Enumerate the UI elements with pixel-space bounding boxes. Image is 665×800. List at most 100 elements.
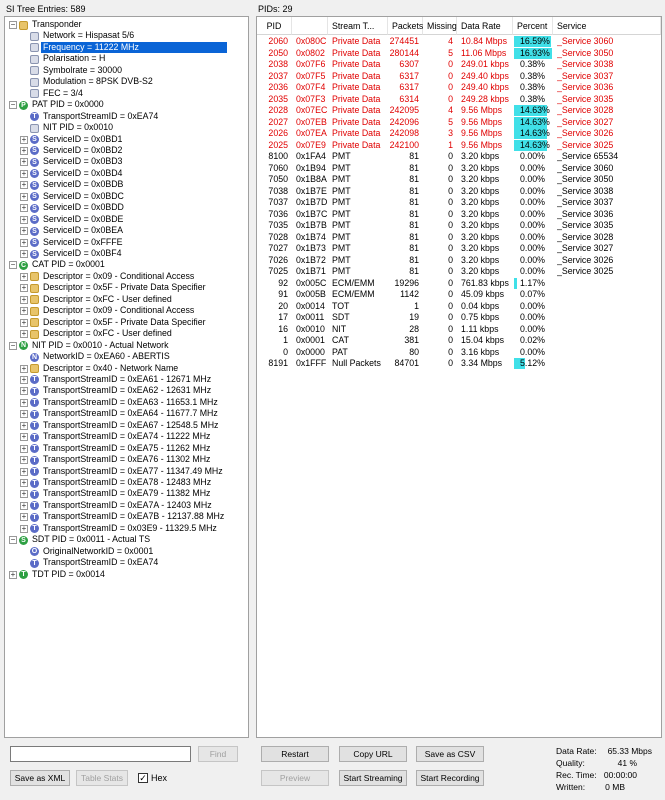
pid-table[interactable]: PID Stream T... Packets Missing Data Rate Per… [256,16,662,738]
save-as-xml-button[interactable]: Save as XML [10,770,70,786]
expand-toggle[interactable]: + [9,570,17,579]
tree-node[interactable]: Descriptor = 0x5F - Private Data Specifi… [41,317,210,329]
tree-node[interactable]: SDT PID = 0x0011 - Actual TS [30,534,154,546]
column-header[interactable]: Stream T... [328,17,388,35]
column-header[interactable]: Percent [513,17,553,35]
find-button[interactable]: Find [198,746,238,762]
tree-node[interactable]: FEC = 3/4 [41,88,87,100]
expand-toggle[interactable]: + [20,501,28,510]
tree-node[interactable]: Frequency = 11222 MHz [41,41,227,54]
tree-node[interactable]: TransportStreamID = 0xEA64 - 11677.7 MHz [41,408,222,420]
tree-node[interactable]: CAT PID = 0x0001 [30,259,109,271]
tree-node[interactable]: Network = Hispasat 5/6 [41,30,138,42]
expand-toggle[interactable]: + [20,375,28,384]
collapse-toggle[interactable]: − [9,101,17,110]
tree-node[interactable]: ServiceID = 0x0BD2 [41,145,126,157]
column-header[interactable]: Packets [388,17,423,35]
expand-toggle[interactable]: + [20,169,28,178]
tree-node[interactable]: TransportStreamID = 0xEA77 - 11347.49 MH… [41,466,227,478]
tree-node[interactable]: Transponder [30,19,86,31]
expand-toggle[interactable]: + [20,227,28,236]
tree-node[interactable]: ServiceID = 0x0BDD [41,202,128,214]
search-input[interactable] [10,746,191,762]
expand-toggle[interactable]: + [20,307,28,316]
tree-node[interactable]: NetworkID = 0xEA60 - ABERTIS [41,351,174,363]
expand-toggle[interactable]: + [20,364,28,373]
hex-checkbox[interactable]: ✓ [138,773,148,783]
tree-node[interactable]: TransportStreamID = 0xEA62 - 12631 MHz [41,385,215,397]
tree-node[interactable]: TransportStreamID = 0xEA79 - 11382 MHz [41,488,214,500]
tree-node[interactable]: TransportStreamID = 0xEA67 - 12548.5 MHz [41,420,222,432]
tree-node[interactable]: Descriptor = 0xFC - User defined [41,328,176,340]
tree-node[interactable]: TDT PID = 0x0014 [30,569,109,581]
tree-node[interactable]: TransportStreamID = 0xEA74 [41,557,162,569]
table-stats-button[interactable]: Table Stats [76,770,128,786]
tree-node[interactable]: Descriptor = 0x5F - Private Data Specifi… [41,282,210,294]
tree-node[interactable]: TransportStreamID = 0xEA63 - 11653.1 MHz [41,397,222,409]
tree-node[interactable]: ServiceID = 0x0BD1 [41,134,126,146]
tree-node[interactable]: ServiceID = 0x0BD4 [41,168,126,180]
expand-toggle[interactable]: + [20,158,28,167]
collapse-toggle[interactable]: − [9,261,17,270]
save-as-csv-button[interactable]: Save as CSV [416,746,484,762]
expand-toggle[interactable]: + [20,250,28,258]
tree-node[interactable]: TransportStreamID = 0x03E9 - 11329.5 MHz [41,523,221,535]
column-header[interactable]: PID [257,17,292,35]
tree-node[interactable]: TransportStreamID = 0xEA7A - 12403 MHz [41,500,216,512]
tree-node[interactable]: ServiceID = 0x0BDB [41,179,127,191]
tree-node[interactable]: TransportStreamID = 0xEA74 - 11222 MHz [41,431,214,443]
expand-toggle[interactable]: + [20,398,28,407]
tree-node[interactable]: Descriptor = 0x09 - Conditional Access [41,305,198,317]
expand-toggle[interactable]: + [20,433,28,442]
expand-toggle[interactable]: + [20,238,28,247]
expand-toggle[interactable]: + [20,330,28,339]
tree-node[interactable]: ServiceID = 0x0BDC [41,191,128,203]
tree-node[interactable]: TransportStreamID = 0xEA7B - 12137.88 MH… [41,511,228,523]
expand-toggle[interactable]: + [20,295,28,304]
si-tree-view[interactable]: − Transponder Network = Hispasat 5/6 Freque… [4,16,249,738]
collapse-toggle[interactable]: − [9,536,17,545]
tree-node[interactable]: TransportStreamID = 0xEA75 - 11262 MHz [41,443,214,455]
tree-node[interactable]: TransportStreamID = 0xEA78 - 12483 MHz [41,477,215,489]
expand-toggle[interactable]: + [20,444,28,453]
column-header[interactable]: Data Rate [457,17,513,35]
column-header[interactable]: Missing [423,17,457,35]
tree-node[interactable]: NIT PID = 0x0010 [41,122,117,134]
tree-node[interactable]: Polarisation = H [41,53,109,65]
expand-toggle[interactable]: + [20,467,28,476]
start-recording-button[interactable]: Start Recording [416,770,484,786]
tree-node[interactable]: ServiceID = 0x0BEA [41,225,127,237]
tree-node[interactable]: NIT PID = 0x0010 - Actual Network [30,340,173,352]
tree-node[interactable]: ServiceID = 0x0BDE [41,214,127,226]
collapse-toggle[interactable]: − [9,21,17,29]
tree-node[interactable]: OriginalNetworkID = 0x0001 [41,546,157,558]
expand-toggle[interactable]: + [20,318,28,327]
expand-toggle[interactable]: + [20,421,28,430]
tree-node[interactable]: Descriptor = 0x09 - Conditional Access [41,271,198,283]
expand-toggle[interactable]: + [20,284,28,293]
tree-node[interactable]: Symbolrate = 30000 [41,65,126,77]
tree-node[interactable]: PAT PID = 0x0000 [30,99,108,111]
expand-toggle[interactable]: + [20,135,28,144]
expand-toggle[interactable]: + [20,410,28,419]
expand-toggle[interactable]: + [20,479,28,487]
expand-toggle[interactable]: + [20,181,28,190]
tree-node[interactable]: Descriptor = 0x40 - Network Name [41,363,182,375]
expand-toggle[interactable]: + [20,146,28,155]
start-streaming-button[interactable]: Start Streaming [339,770,407,786]
restart-button[interactable]: Restart [261,746,329,762]
tree-node[interactable]: TransportStreamID = 0xEA61 - 12671 MHz [41,374,215,386]
expand-toggle[interactable]: + [20,215,28,224]
column-header[interactable] [292,17,328,35]
expand-toggle[interactable]: + [20,272,28,281]
tree-node[interactable]: Modulation = 8PSK DVB-S2 [41,76,157,88]
preview-button[interactable]: Preview [261,770,329,786]
copy-url-button[interactable]: Copy URL [339,746,407,762]
tree-node[interactable]: ServiceID = 0xFFFE [41,237,126,249]
expand-toggle[interactable]: + [20,513,28,522]
tree-node[interactable]: TransportStreamID = 0xEA76 - 11302 MHz [41,454,214,466]
column-header[interactable]: Service [553,17,661,35]
expand-toggle[interactable]: + [20,524,28,533]
tree-node[interactable]: TransportStreamID = 0xEA74 [41,111,162,123]
expand-toggle[interactable]: + [20,192,28,201]
